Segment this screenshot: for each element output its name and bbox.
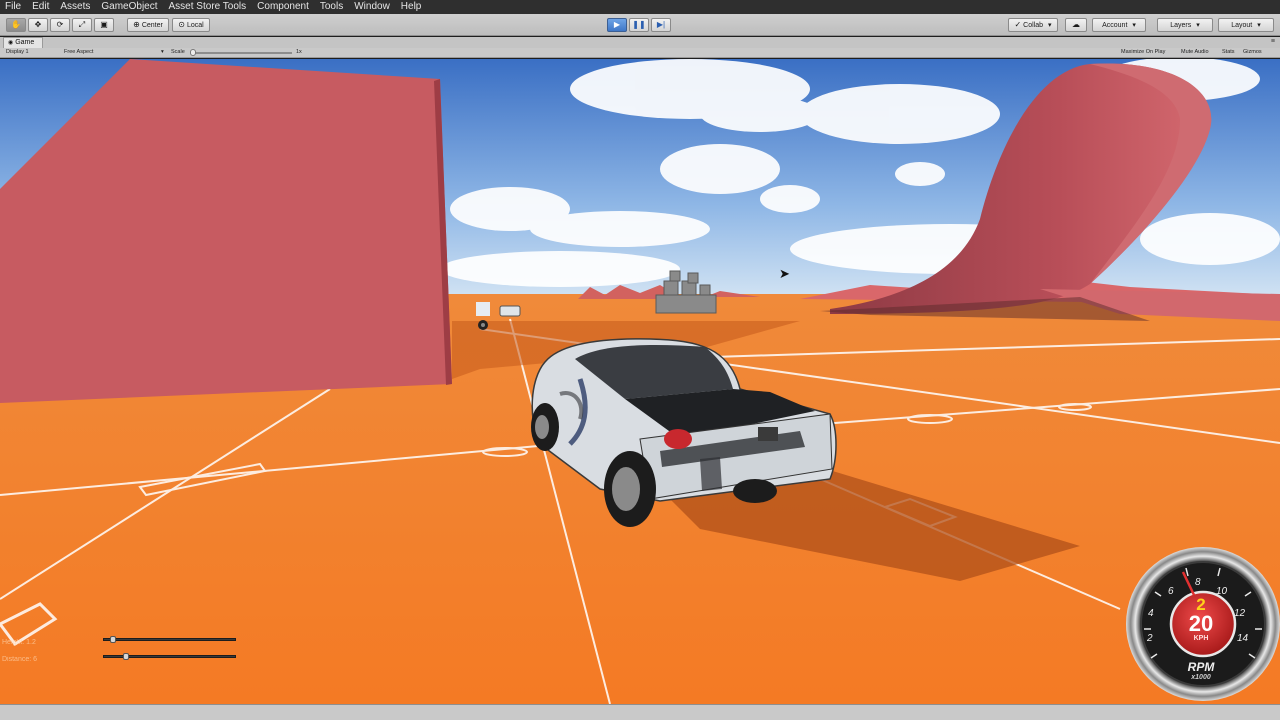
maximize-on-play-toggle[interactable]: Maximize On Play <box>1121 49 1165 55</box>
menu-file[interactable]: File <box>5 0 21 14</box>
move-icon: ✥ <box>34 20 42 29</box>
hand-icon: ✋ <box>11 20 21 29</box>
scale-icon: ⤢ <box>78 20 86 29</box>
menu-gameobject[interactable]: GameObject <box>101 0 157 14</box>
hand-tool-button[interactable]: ✋ <box>6 18 26 32</box>
pivot-icon: ⊕ <box>133 20 140 29</box>
menu-assets[interactable]: Assets <box>60 0 90 14</box>
play-icon: ▶ <box>613 20 621 29</box>
status-bar <box>0 704 1280 720</box>
stats-toggle[interactable]: Stats <box>1222 49 1235 55</box>
display-dropdown[interactable]: Display 1 <box>6 49 29 55</box>
mouse-cursor-icon: ➤ <box>779 266 790 281</box>
play-button[interactable]: ▶ <box>607 18 627 32</box>
cloud-button[interactable]: ☁ <box>1065 18 1087 32</box>
rpm-label: RPM <box>1187 660 1215 674</box>
unity-editor-window: File Edit Assets GameObject Asset Store … <box>0 0 1280 720</box>
tab-game[interactable]: ◉ Game <box>3 37 43 48</box>
camera-height-label: Height: 1.2 <box>2 639 36 646</box>
space-local-toggle[interactable]: ⊙ Local <box>172 18 210 32</box>
layers-label: Layers <box>1170 21 1192 29</box>
step-button[interactable]: ▶| <box>651 18 671 32</box>
account-label: Account <box>1102 21 1128 29</box>
gauge-tick-8: 8 <box>1195 577 1201 588</box>
pivot-label: Center <box>141 21 163 29</box>
camera-distance-slider[interactable] <box>103 653 236 660</box>
speed-value: 20 <box>1188 611 1214 636</box>
scale-slider-thumb[interactable] <box>190 49 196 56</box>
collab-label: Collab <box>1023 21 1043 29</box>
tab-game-label: Game <box>15 39 35 46</box>
aspect-dropdown[interactable]: Free Aspect <box>64 49 93 55</box>
collab-icon: ✓ <box>1014 20 1022 29</box>
space-label: Local <box>186 21 204 29</box>
local-icon: ⊙ <box>178 20 185 29</box>
camera-height-slider[interactable] <box>103 636 236 643</box>
move-tool-button[interactable]: ✥ <box>28 18 48 32</box>
scale-label: Scale <box>171 49 185 55</box>
game-scene <box>0 59 1280 704</box>
layout-label: Layout <box>1231 21 1253 29</box>
menu-asset-store-tools[interactable]: Asset Store Tools <box>169 0 247 14</box>
main-toolbar: ✋ ✥ ⟳ ⤢ ▣ ⊕ Center ⊙ Local ▶ ❚❚ ▶| ✓ Col… <box>0 14 1280 36</box>
rect-icon: ▣ <box>100 20 108 29</box>
camera-distance-label: Distance: 6 <box>2 656 38 663</box>
scale-value: 1x <box>296 49 302 55</box>
rotate-tool-button[interactable]: ⟳ <box>50 18 70 32</box>
camera-height-thumb[interactable] <box>110 636 116 643</box>
speed-unit: KPH <box>1193 635 1209 642</box>
pivot-center-toggle[interactable]: ⊕ Center <box>127 18 169 32</box>
menu-window[interactable]: Window <box>354 0 390 14</box>
tab-menu-icon[interactable]: ≡ <box>1271 38 1275 45</box>
collab-dropdown[interactable]: ✓ Collab <box>1008 18 1058 32</box>
speedometer-readout: 2 4 6 8 10 12 14 2 20 KPH RPM x1000 <box>1126 549 1276 699</box>
rpm-scale-label: x1000 <box>1191 674 1211 681</box>
camera-distance-thumb[interactable] <box>123 653 129 660</box>
cloud-icon: ☁ <box>1072 20 1080 29</box>
tab-bar: ◉ Game ≡ <box>0 37 1280 48</box>
scale-tool-button[interactable]: ⤢ <box>72 18 92 32</box>
layers-dropdown[interactable]: Layers <box>1157 18 1213 32</box>
menu-help[interactable]: Help <box>401 0 422 14</box>
step-icon: ▶| <box>656 20 666 29</box>
menu-bar: File Edit Assets GameObject Asset Store … <box>0 0 1280 14</box>
aspect-dropdown-arrow-icon: ▾ <box>161 49 164 55</box>
pause-button[interactable]: ❚❚ <box>629 18 649 32</box>
game-viewport[interactable]: Height: 1.2 Distance: 6 ➤ 2 4 6 8 10 12 … <box>0 59 1280 704</box>
game-view-toolbar: Display 1 Free Aspect ▾ Scale 1x Maximiz… <box>0 48 1280 58</box>
game-tab-icon: ◉ <box>8 40 14 46</box>
gizmos-dropdown[interactable]: Gizmos <box>1243 49 1262 55</box>
pause-icon: ❚❚ <box>632 20 646 29</box>
layout-dropdown[interactable]: Layout <box>1218 18 1274 32</box>
menu-tools[interactable]: Tools <box>320 0 343 14</box>
rotate-icon: ⟳ <box>56 20 64 29</box>
menu-component[interactable]: Component <box>257 0 309 14</box>
rect-tool-button[interactable]: ▣ <box>94 18 114 32</box>
account-dropdown[interactable]: Account <box>1092 18 1146 32</box>
scale-slider[interactable] <box>190 49 292 56</box>
menu-edit[interactable]: Edit <box>32 0 49 14</box>
mute-audio-toggle[interactable]: Mute Audio <box>1181 49 1209 55</box>
